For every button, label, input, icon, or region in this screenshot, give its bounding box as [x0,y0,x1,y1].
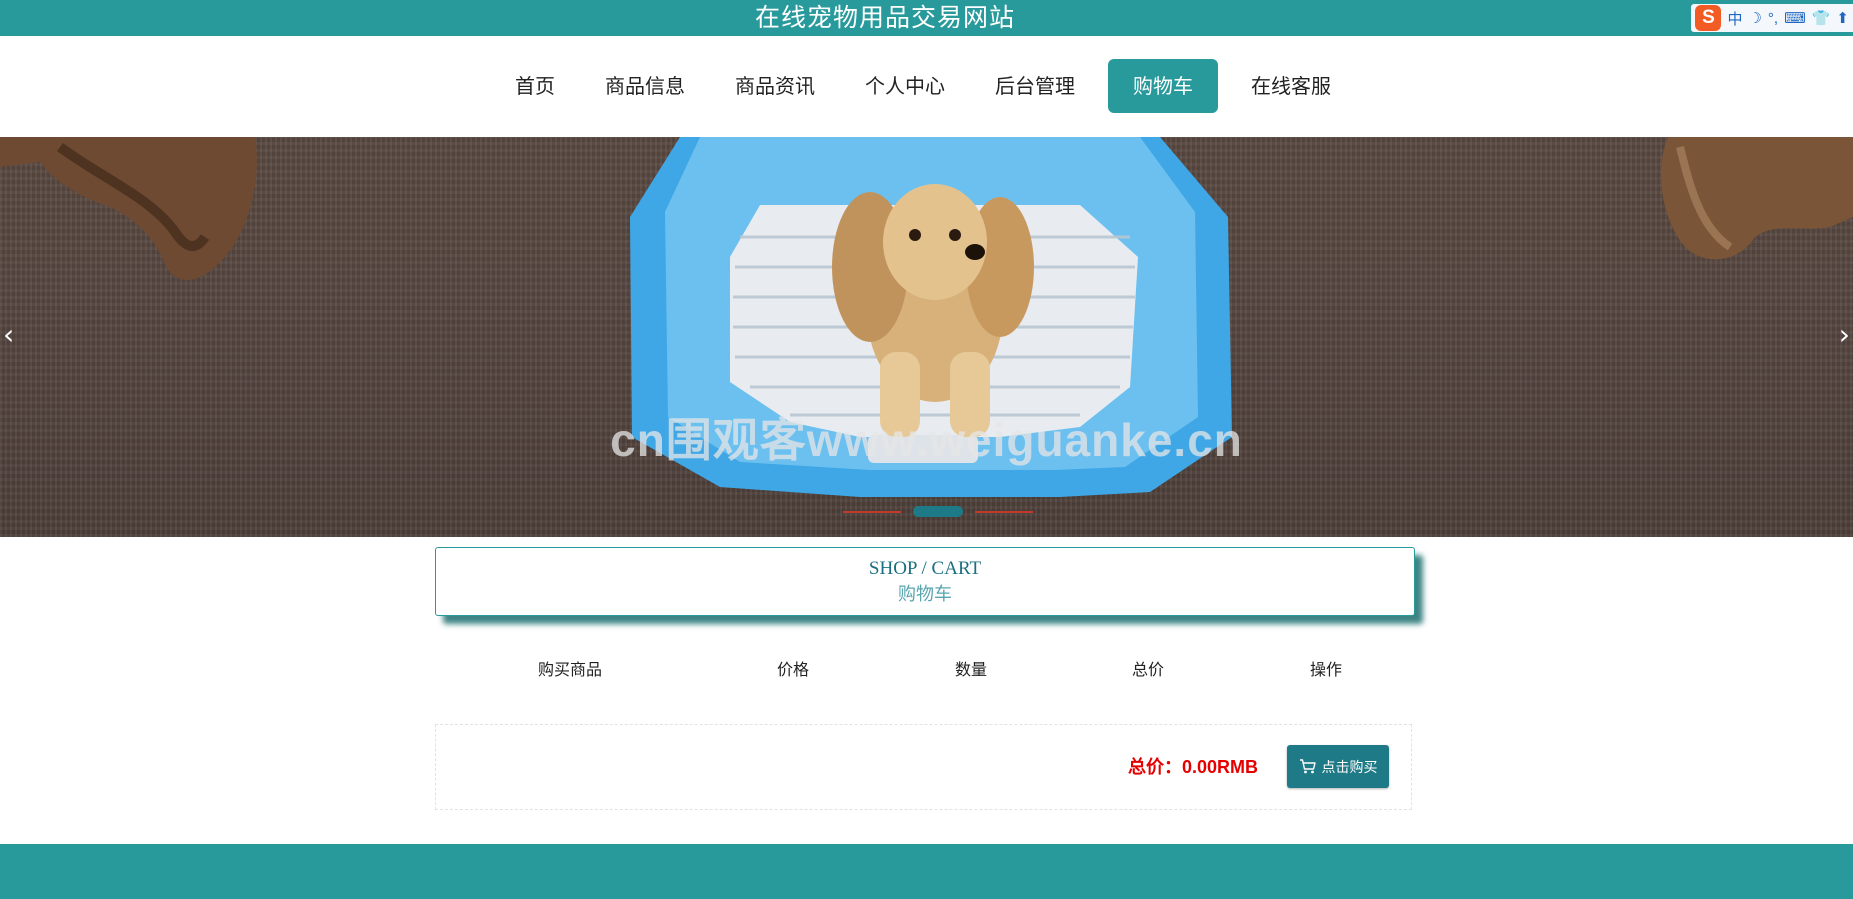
main-navigation: 首页 商品信息 商品资讯 个人中心 后台管理 购物车 在线客服 [0,36,1853,137]
cart-heading-zh: 购物车 [898,584,952,604]
checkout-button-label: 点击购买 [1321,759,1378,776]
nav-item-admin[interactable]: 后台管理 [970,59,1100,113]
carousel-indicator-active[interactable] [913,506,963,517]
banner-carousel[interactable]: ‹ › cn围观客www.weiguanke.cn [0,137,1853,537]
column-header-subtotal: 总价 [1132,660,1165,679]
cart-summary-panel: 总价：0.00RMB 点击购买 [435,724,1412,810]
sogou-ime-logo-icon[interactable]: S [1695,5,1722,31]
ime-moon-icon[interactable]: ☽ [1748,9,1761,27]
nav-item-personal-center[interactable]: 个人中心 [840,59,970,113]
cart-table-header: 购买商品 价格 数量 总价 操作 [435,656,1413,680]
ime-chinese-mode-icon[interactable]: 中 [1727,8,1742,29]
cart-heading-en: SHOP / CART [868,558,982,579]
carousel-prev-arrow-icon[interactable]: ‹ [3,321,14,349]
banner-image [0,137,1853,497]
carousel-indicator-line[interactable] [843,510,901,513]
ime-keyboard-icon[interactable]: ⌨ [1784,9,1806,27]
column-header-product: 购买商品 [538,660,603,679]
carousel-next-arrow-icon[interactable]: › [1839,321,1850,349]
carousel-indicator-line[interactable] [975,510,1033,513]
top-title-bar: 在线宠物用品交易网站 S 中 ☽ °, ⌨ 👕 ⬆ [0,0,1853,36]
column-header-action: 操作 [1310,660,1343,679]
carousel-indicators [843,506,1033,517]
nav-item-home[interactable]: 首页 [490,59,580,113]
ime-toolbar[interactable]: S 中 ☽ °, ⌨ 👕 ⬆ [1691,4,1853,32]
cart-total-amount: 总价：0.00RMB [1128,757,1259,777]
banner-cat-left [0,137,257,281]
ime-punctuation-icon[interactable]: °, [1768,10,1778,27]
cart-heading-box: SHOP / CART 购物车 [435,547,1415,616]
ime-skin-icon[interactable]: 👕 [1812,9,1831,27]
watermark-text: cn围观客www.weiguanke.cn [610,414,1243,466]
nav-item-online-service[interactable]: 在线客服 [1226,59,1356,113]
column-header-price: 价格 [777,660,810,679]
shopping-cart-icon [1299,759,1316,774]
nav-item-cart[interactable]: 购物车 [1108,59,1218,113]
ime-toolbox-icon[interactable]: ⬆ [1836,9,1849,27]
column-header-quantity: 数量 [955,660,988,679]
nav-item-news[interactable]: 商品资讯 [710,59,840,113]
nav-item-products[interactable]: 商品信息 [580,59,710,113]
checkout-button[interactable]: 点击购买 [1287,745,1389,788]
page-footer [0,844,1853,899]
site-title: 在线宠物用品交易网站 [754,3,1015,32]
banner-cat-right [1661,137,1853,260]
